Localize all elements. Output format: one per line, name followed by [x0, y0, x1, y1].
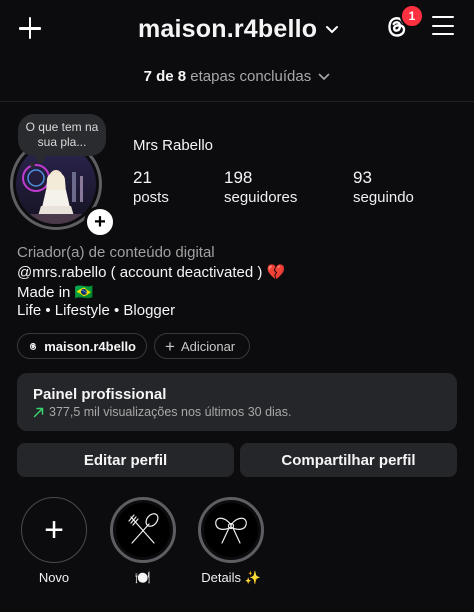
stat-posts[interactable]: 21 posts	[133, 168, 169, 208]
notification-badge: 1	[400, 4, 424, 28]
bio-line[interactable]: @mrs.rabello ( account deactivated ) 💔	[17, 263, 285, 281]
add-story-button[interactable]: +	[84, 206, 116, 238]
stat-value: 21	[133, 168, 152, 187]
account-switcher[interactable]: maison.r4bello	[138, 12, 339, 46]
bio-line: Life • Lifestyle • Blogger	[17, 302, 176, 319]
bio-line: Made in 🇧🇷	[17, 284, 94, 301]
display-name: Mrs Rabello	[133, 137, 214, 154]
cutlery-icon	[128, 513, 159, 544]
panel-title: Painel profissional	[33, 386, 167, 403]
stat-value: 198	[224, 168, 253, 187]
chevron-down-icon	[326, 26, 339, 34]
stat-label: seguindo	[353, 189, 414, 206]
stat-label: posts	[133, 189, 169, 206]
trending-up-icon	[33, 407, 44, 417]
note-bubble-tail	[36, 154, 45, 163]
threads-icon	[30, 342, 37, 350]
menu-line-icon	[432, 33, 454, 36]
add-link-chip[interactable]: + Adicionar	[154, 333, 250, 359]
create-post-button[interactable]	[14, 12, 46, 44]
steps-label: etapas concluídas	[190, 68, 312, 85]
stat-value: 93	[353, 168, 372, 187]
highlight-label: Novo	[38, 570, 70, 585]
divider	[0, 101, 474, 102]
menu-line-icon	[432, 16, 454, 19]
plus-icon: +	[44, 511, 64, 549]
bio-category: Criador(a) de conteúdo digital	[17, 244, 215, 261]
note-bubble[interactable]: O que tem na sua pla...	[18, 114, 106, 156]
stat-following[interactable]: 93 seguindo	[353, 168, 414, 208]
highlight-label: Details ✨	[201, 570, 261, 585]
chevron-down-icon	[319, 73, 330, 81]
stat-followers[interactable]: 198 seguidores	[224, 168, 297, 208]
add-label: Adicionar	[180, 338, 236, 354]
new-highlight-button[interactable]: +	[21, 497, 87, 563]
onboarding-steps[interactable]: 7 de 8 etapas concluídas	[0, 68, 474, 85]
avatar[interactable]	[16, 144, 96, 224]
threads-handle: maison.r4bello	[44, 338, 136, 354]
avatar-photo	[16, 144, 96, 224]
menu-line-icon	[432, 24, 454, 27]
menu-button[interactable]	[432, 16, 454, 36]
panel-subtitle-text: 377,5 mil visualizações nos últimos 30 d…	[49, 405, 292, 419]
highlight-label: 🍽️	[134, 570, 152, 585]
stat-label: seguidores	[224, 189, 298, 206]
highlight-food[interactable]	[110, 497, 176, 563]
highlight-details[interactable]	[198, 497, 264, 563]
edit-profile-button[interactable]: Editar perfil	[17, 443, 234, 477]
panel-subtitle: 377,5 mil visualizações nos últimos 30 d…	[33, 405, 291, 419]
note-bubble-tail	[30, 162, 35, 167]
plus-icon: +	[165, 336, 175, 356]
bow-icon	[215, 517, 247, 544]
threads-profile-chip[interactable]: maison.r4bello	[17, 333, 147, 359]
username: maison.r4bello	[138, 14, 318, 43]
steps-count: 7 de 8	[143, 68, 187, 85]
share-profile-button[interactable]: Compartilhar perfil	[240, 443, 457, 477]
